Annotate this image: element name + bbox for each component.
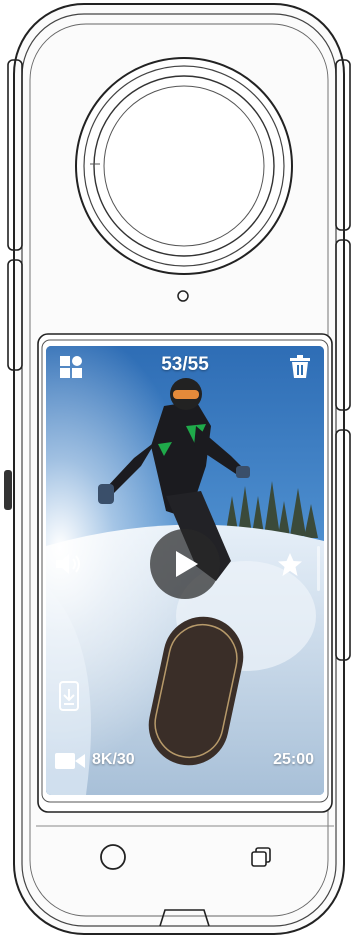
play-button[interactable] bbox=[150, 529, 220, 599]
download-icon[interactable] bbox=[58, 681, 80, 711]
scroll-indicator[interactable] bbox=[317, 546, 320, 591]
duration-label: 25:00 bbox=[273, 751, 314, 768]
media-counter: 53/55 bbox=[161, 354, 209, 375]
recent-apps-icon[interactable] bbox=[248, 844, 274, 870]
play-icon bbox=[176, 551, 198, 577]
video-camera-icon bbox=[54, 750, 86, 772]
grid-view-icon[interactable] bbox=[59, 355, 83, 379]
resolution-label: 8K/30 bbox=[92, 751, 135, 768]
playback-screen[interactable]: 53/55 8K/30 25:00 bbox=[46, 346, 324, 795]
favorite-star-icon[interactable] bbox=[277, 552, 303, 578]
trash-icon[interactable] bbox=[288, 355, 312, 379]
volume-icon[interactable] bbox=[54, 551, 84, 577]
home-circle-icon[interactable] bbox=[98, 842, 128, 872]
